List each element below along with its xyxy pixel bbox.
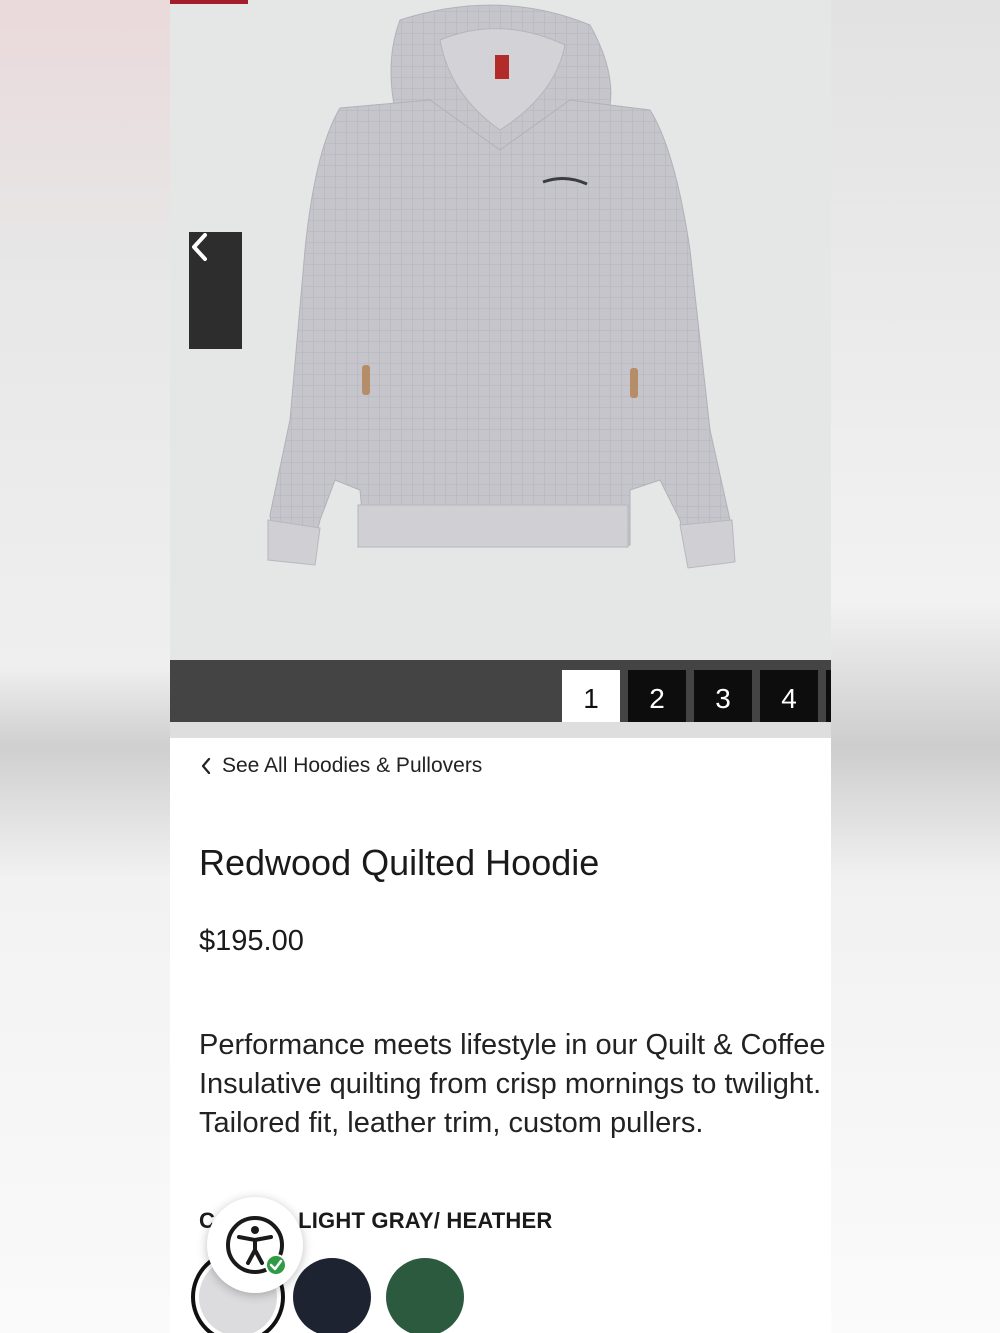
page-button-1[interactable]: 1: [562, 670, 620, 728]
background-left: [0, 0, 170, 1333]
breadcrumb-back-link[interactable]: See All Hoodies & Pullovers: [200, 754, 482, 778]
product-image: [170, 0, 831, 660]
chevron-left-icon: [192, 233, 207, 261]
description-line: Insulative quilting from crisp mornings …: [199, 1068, 822, 1100]
brand-accent-bar: [170, 0, 248, 4]
product-title: Redwood Quilted Hoodie: [199, 842, 600, 883]
accessibility-button[interactable]: [207, 1197, 303, 1293]
gallery-pager: 1 2 3 4: [170, 660, 831, 728]
background-right: [831, 0, 1000, 1333]
description-line: Performance meets lifestyle in our Quilt…: [199, 1029, 826, 1061]
chevron-left-icon: [201, 757, 211, 775]
description-line: Tailored fit, leather trim, custom pulle…: [199, 1107, 704, 1139]
page-button-4[interactable]: 4: [760, 670, 818, 728]
accessibility-person-icon: [226, 1216, 287, 1276]
checkmark-badge-icon: [265, 1254, 287, 1276]
pager-divider: [170, 722, 831, 738]
hoodie-illustration: [267, 4, 736, 569]
product-description: Performance meets lifestyle in our Quilt…: [199, 1026, 831, 1143]
swatch-forest-green[interactable]: [386, 1258, 464, 1333]
page-button-3[interactable]: 3: [694, 670, 752, 728]
mobile-product-page: 1 2 3 4 See All Hoodies & Pullovers Redw…: [170, 0, 831, 1333]
page-button-2[interactable]: 2: [628, 670, 686, 728]
breadcrumb-label: See All Hoodies & Pullovers: [222, 754, 483, 777]
product-price: $195.00: [199, 925, 304, 957]
page-button-next-partial[interactable]: [826, 670, 831, 728]
swatch-navy[interactable]: [293, 1258, 371, 1333]
prev-image-button[interactable]: [189, 232, 242, 349]
color-label-value: LIGHT GRAY/ HEATHER: [298, 1208, 553, 1233]
